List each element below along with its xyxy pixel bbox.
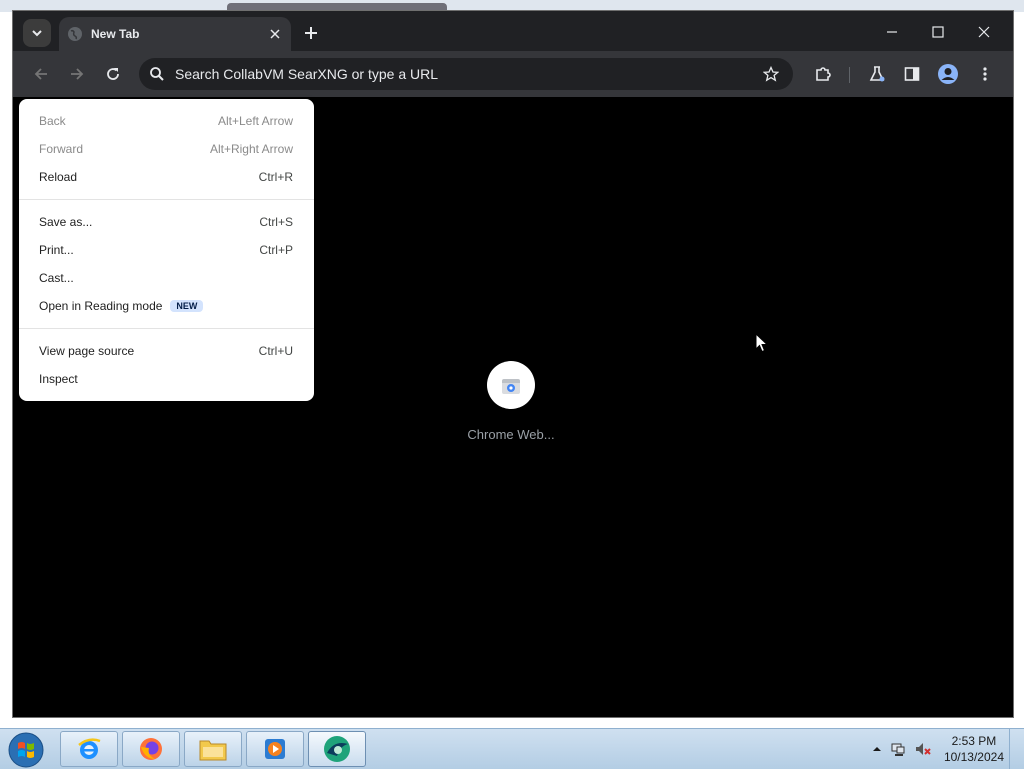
menu-item-label: Open in Reading mode	[39, 299, 163, 313]
close-window-button[interactable]	[961, 17, 1007, 47]
chrome-web-store-icon	[502, 379, 520, 394]
menu-item-label: Save as...	[39, 215, 93, 229]
menu-item-save-as[interactable]: Save as... Ctrl+S	[19, 208, 314, 236]
clock-date: 10/13/2024	[943, 750, 1004, 764]
toolbar-divider	[849, 67, 850, 83]
tab-title: New Tab	[91, 27, 140, 41]
flask-icon	[869, 66, 885, 82]
volume-muted-icon[interactable]	[914, 741, 932, 757]
tab-close-button[interactable]	[265, 24, 285, 44]
menu-item-label: View page source	[39, 344, 135, 358]
chevron-down-icon	[32, 30, 42, 37]
menu-item-shortcut: Alt+Left Arrow	[217, 114, 293, 128]
tab-new-tab[interactable]: New Tab	[59, 17, 291, 51]
windows-orb-icon	[8, 732, 44, 768]
menu-item-shortcut: Ctrl+S	[259, 215, 293, 229]
reload-button[interactable]	[99, 60, 127, 88]
browser-toolbar: Search CollabVM SearXNG or type a URL	[13, 51, 1013, 97]
media-player-icon	[265, 739, 285, 759]
shortcut-icon-circle	[487, 361, 535, 409]
context-menu: Back Alt+Left Arrow Forward Alt+Right Ar…	[19, 99, 314, 401]
taskbar: 2:53 PM 10/13/2024	[0, 728, 1024, 769]
arrow-right-icon	[71, 68, 84, 80]
chrome-menu-button[interactable]	[971, 60, 999, 88]
firefox-icon	[140, 738, 162, 760]
labs-button[interactable]	[863, 60, 891, 88]
reload-icon	[107, 68, 119, 80]
menu-item-cast[interactable]: Cast...	[19, 264, 314, 292]
shortcut-label: Chrome Web...	[467, 427, 555, 442]
clock-time: 2:53 PM	[951, 734, 997, 748]
menu-item-label: Inspect	[39, 372, 78, 386]
tab-search-button[interactable]	[23, 19, 51, 47]
menu-item-print[interactable]: Print... Ctrl+P	[19, 236, 314, 264]
menu-item-view-source[interactable]: View page source Ctrl+U	[19, 337, 314, 365]
shortcut-tile[interactable]: Chrome Web...	[467, 361, 555, 442]
maximize-icon	[932, 26, 944, 38]
menu-item-reload[interactable]: Reload Ctrl+R	[19, 163, 314, 191]
close-icon	[270, 29, 280, 39]
file-explorer-icon	[199, 740, 227, 761]
arrow-left-icon	[34, 68, 47, 80]
taskbar-media-player[interactable]	[246, 731, 304, 767]
menu-item-label: Print...	[39, 243, 74, 257]
menu-separator	[19, 199, 314, 200]
minimize-icon	[887, 31, 897, 33]
menu-item-shortcut: Alt+Right Arrow	[209, 142, 293, 156]
back-button[interactable]	[27, 60, 55, 88]
menu-item-label: Cast...	[39, 271, 74, 285]
new-tab-button[interactable]	[299, 21, 323, 45]
maximize-button[interactable]	[915, 17, 961, 47]
network-icon[interactable]	[890, 741, 906, 757]
menu-item-reading-mode[interactable]: Open in Reading mode NEW	[19, 292, 314, 320]
more-vertical-icon	[983, 67, 987, 81]
taskbar-firefox[interactable]	[122, 731, 180, 767]
close-icon	[978, 26, 990, 38]
bookmark-button[interactable]	[759, 62, 783, 86]
menu-item-label: Reload	[39, 170, 78, 184]
globe-icon	[68, 27, 82, 41]
extensions-button[interactable]	[809, 60, 837, 88]
search-icon	[150, 67, 164, 81]
menu-item-label-wrap: Open in Reading mode NEW	[39, 299, 314, 313]
plus-icon	[305, 27, 317, 39]
menu-item-shortcut: Ctrl+U	[258, 344, 293, 358]
show-hidden-icons-icon[interactable]	[872, 744, 882, 754]
start-button[interactable]	[4, 731, 48, 769]
menu-item-shortcut: Ctrl+P	[259, 243, 293, 257]
menu-item-forward[interactable]: Forward Alt+Right Arrow	[19, 135, 314, 163]
puzzle-icon	[816, 67, 831, 81]
minimize-button[interactable]	[869, 17, 915, 47]
side-panel-icon	[904, 67, 920, 81]
system-tray	[872, 741, 932, 757]
menu-separator	[19, 328, 314, 329]
taskbar-file-explorer[interactable]	[184, 731, 242, 767]
address-bar[interactable]: Search CollabVM SearXNG or type a URL	[139, 58, 793, 90]
menu-item-back[interactable]: Back Alt+Left Arrow	[19, 107, 314, 135]
chrome-like-browser-icon	[324, 736, 350, 762]
menu-item-shortcut: Ctrl+R	[258, 170, 293, 184]
taskbar-internet-explorer[interactable]	[60, 731, 118, 767]
side-panel-button[interactable]	[898, 60, 926, 88]
menu-item-label: Back	[39, 114, 66, 128]
taskbar-browser[interactable]	[308, 731, 366, 767]
address-bar-placeholder: Search CollabVM SearXNG or type a URL	[175, 66, 438, 82]
title-bar: New Tab	[13, 11, 1013, 51]
forward-button[interactable]	[63, 60, 91, 88]
star-icon	[763, 66, 779, 82]
avatar-icon	[938, 64, 958, 84]
mouse-cursor-icon	[755, 333, 769, 353]
show-desktop-button[interactable]	[1009, 729, 1024, 769]
new-badge: NEW	[170, 300, 204, 312]
menu-item-label: Forward	[39, 142, 84, 156]
internet-explorer-icon	[78, 738, 101, 759]
profile-button[interactable]	[934, 60, 962, 88]
taskbar-clock[interactable]: 2:53 PM 10/13/2024	[944, 733, 1004, 765]
menu-item-inspect[interactable]: Inspect	[19, 365, 314, 393]
